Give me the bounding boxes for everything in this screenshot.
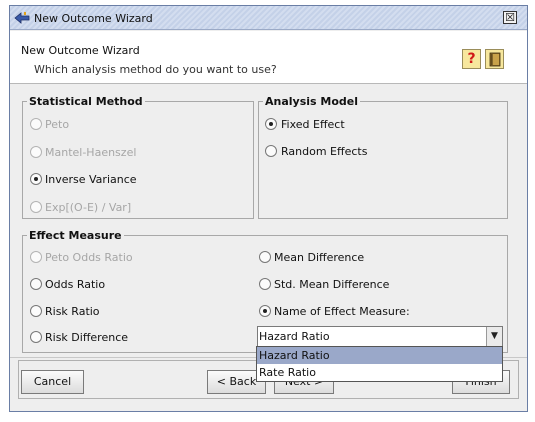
book-button[interactable]	[485, 49, 504, 69]
std-mean-difference-label[interactable]: Std. Mean Difference	[274, 278, 389, 291]
question-mark-icon: ?	[467, 51, 476, 67]
wizard-arrow-icon	[14, 12, 30, 24]
peto-odds-ratio-radio	[30, 251, 42, 263]
dropdown-option-rate-ratio[interactable]: Rate Ratio	[257, 364, 502, 381]
name-of-effect-measure-radio[interactable]	[259, 305, 271, 317]
exp-oe-var-label: Exp[(O-E) / Var]	[45, 201, 132, 214]
std-mean-difference-radio[interactable]	[259, 278, 271, 290]
peto-odds-ratio-label: Peto Odds Ratio	[45, 251, 133, 264]
mantel-haenszel-label: Mantel-Haenszel	[45, 146, 137, 159]
book-icon	[489, 52, 501, 67]
peto-radio	[30, 118, 42, 130]
wizard-header	[10, 31, 527, 84]
cancel-button[interactable]: Cancel	[21, 370, 84, 394]
odds-ratio-label[interactable]: Odds Ratio	[45, 278, 105, 291]
analysis-model-title: Analysis Model	[263, 95, 361, 108]
risk-ratio-radio[interactable]	[30, 305, 42, 317]
effect-measure-title: Effect Measure	[27, 229, 124, 242]
peto-label: Peto	[45, 118, 70, 131]
dropdown-option-hazard-ratio[interactable]: Hazard Ratio	[257, 347, 502, 364]
name-of-effect-measure-label[interactable]: Name of Effect Measure:	[274, 305, 410, 318]
risk-difference-label[interactable]: Risk Difference	[45, 331, 128, 344]
random-effects-radio[interactable]	[265, 145, 277, 157]
header-title: New Outcome Wizard	[21, 44, 140, 57]
mean-difference-radio[interactable]	[259, 251, 271, 263]
random-effects-label[interactable]: Random Effects	[281, 145, 367, 158]
fixed-effect-label[interactable]: Fixed Effect	[281, 118, 345, 131]
risk-ratio-label[interactable]: Risk Ratio	[45, 305, 100, 318]
odds-ratio-radio[interactable]	[30, 278, 42, 290]
statistical-method-title: Statistical Method	[27, 95, 145, 108]
exp-oe-var-radio	[30, 201, 42, 213]
mean-difference-label[interactable]: Mean Difference	[274, 251, 364, 264]
fixed-effect-radio[interactable]	[265, 118, 277, 130]
chevron-down-icon[interactable]: ▼	[486, 327, 502, 346]
inverse-variance-label[interactable]: Inverse Variance	[45, 173, 137, 186]
header-subtitle: Which analysis method do you want to use…	[34, 63, 277, 76]
close-icon[interactable]: ☒	[503, 11, 517, 24]
inverse-variance-radio[interactable]	[30, 173, 42, 185]
effect-measure-name-value[interactable]: Hazard Ratio	[259, 330, 330, 343]
help-button[interactable]: ?	[462, 49, 481, 69]
risk-difference-radio[interactable]	[30, 331, 42, 343]
window-title: New Outcome Wizard	[34, 12, 153, 25]
mantel-haenszel-radio	[30, 146, 42, 158]
